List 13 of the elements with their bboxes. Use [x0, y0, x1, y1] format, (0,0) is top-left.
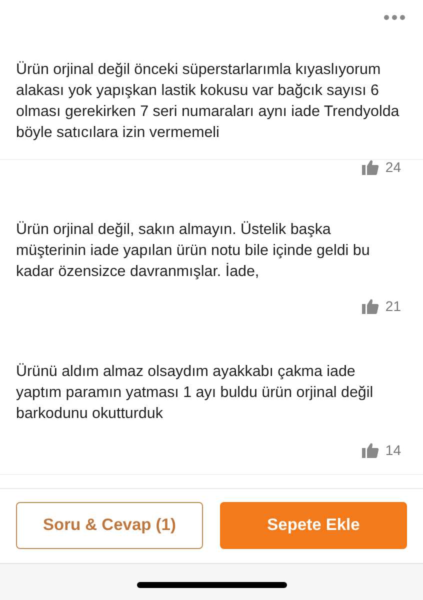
- thumbs-up-icon[interactable]: [362, 298, 380, 314]
- review-text: Ürün orjinal değil önceki süperstarlarımla kıyaslıyorum alakası yok yapışkan lastik kokusu var bağcık sayısı 6 olması gerekirken 7 seri numaraları aynı iade Trendyolda böyle satıcılara izin vermemeli: [16, 60, 400, 143]
- like-count: 21: [385, 298, 401, 314]
- like-count: 24: [385, 159, 401, 175]
- like-count: 14: [385, 442, 401, 458]
- add-to-cart-button[interactable]: Sepete Ekle: [220, 502, 407, 550]
- more-options-icon[interactable]: [382, 13, 407, 22]
- review-text: Ürün orjinal değil, sakın almayın. Üstelik başka müşterinin iade yapılan ürün notu bile içinde geldi bu kadar özensizce davranmışlar. İade,: [16, 220, 371, 282]
- questions-button[interactable]: Soru & Cevap (1): [16, 502, 203, 550]
- home-indicator[interactable]: [136, 582, 286, 588]
- thumbs-up-icon[interactable]: [362, 159, 380, 175]
- thumbs-up-icon[interactable]: [362, 442, 380, 458]
- review-text: Ürünü aldım almaz olsaydım ayakkabı çakma iade yaptım paramın yatması 1 ayı buldu ürün orjinal değil barkodunu okutturduk: [16, 362, 374, 424]
